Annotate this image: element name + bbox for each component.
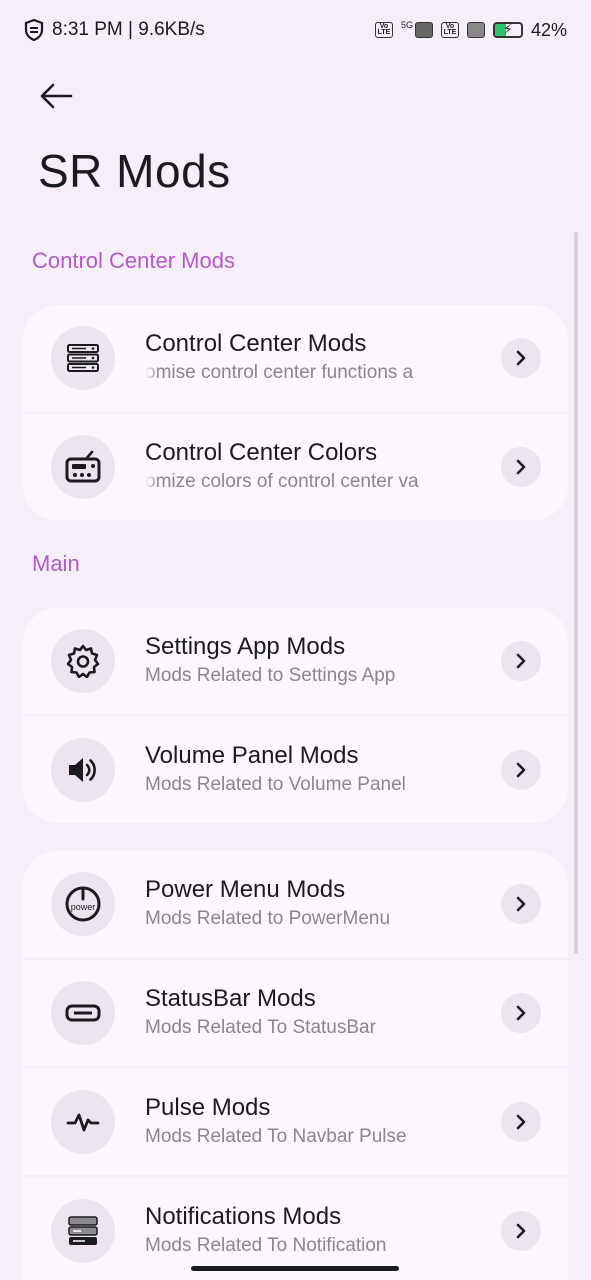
signal-icon	[414, 22, 433, 38]
volte-icon: Vo LTE	[374, 22, 393, 38]
list-item-subtitle: Mods Related To StatusBar	[145, 1017, 376, 1038]
list-item-title: Volume Panel Mods	[145, 742, 359, 769]
control-center-card: Control Center Mods omise control center…	[23, 305, 568, 520]
network-5g-label: 5G	[400, 20, 413, 30]
back-button[interactable]	[30, 74, 82, 118]
list-item-control-center-colors[interactable]: Control Center Colors omize colors of co…	[23, 414, 568, 520]
status-left: 8:31 PM | 9.6KB/s	[24, 19, 205, 41]
notification-icon	[51, 1199, 115, 1263]
list-item-title: StatusBar Mods	[145, 985, 316, 1012]
list-item-statusbar-mods[interactable]: StatusBar Mods Mods Related To StatusBar	[23, 960, 568, 1066]
status-right: Vo LTE 5G Vo LTE ⚡ 42%	[374, 19, 567, 41]
list-item-text: Control Center Mods omise control center…	[145, 329, 465, 387]
list-item-title: Control Center Colors	[145, 439, 378, 466]
volte-icon-2: Vo LTE	[440, 22, 459, 38]
list-item-text: Volume Panel Mods Mods Related to Volume…	[145, 741, 465, 799]
list-item-text: Settings App Mods Mods Related to Settin…	[145, 632, 465, 690]
main-card-2: power Power Menu Mods Mods Related to Po…	[23, 851, 568, 1280]
chevron-right-icon	[501, 1211, 541, 1251]
list-item-power-menu-mods[interactable]: power Power Menu Mods Mods Related to Po…	[23, 851, 568, 957]
speaker-icon	[51, 738, 115, 802]
gear-icon	[51, 629, 115, 693]
list-item-volume-panel-mods[interactable]: Volume Panel Mods Mods Related to Volume…	[23, 717, 568, 823]
list-item-subtitle: Mods Related to PowerMenu	[145, 908, 391, 929]
chevron-right-icon	[501, 338, 541, 378]
server-rack-icon	[51, 326, 115, 390]
list-item-text: Power Menu Mods Mods Related to PowerMen…	[145, 875, 465, 933]
section-label-control-center: Control Center Mods	[32, 248, 235, 273]
vpn-shield-icon	[24, 19, 44, 41]
power-icon: power	[51, 872, 115, 936]
list-item-text: Notifications Mods Mods Related To Notif…	[145, 1202, 465, 1260]
list-item-subtitle: Mods Related To Notification	[145, 1235, 387, 1256]
chevron-right-icon	[501, 750, 541, 790]
list-item-subtitle: Mods Related to Settings App	[145, 665, 396, 686]
list-item-title: Power Menu Mods	[145, 876, 346, 903]
status-bar: 8:31 PM | 9.6KB/s Vo LTE 5G Vo LTE ⚡ 42%	[0, 0, 591, 60]
list-item-subtitle: omize colors of control center va	[145, 471, 419, 492]
list-item-pulse-mods[interactable]: Pulse Mods Mods Related To Navbar Pulse	[23, 1069, 568, 1175]
list-item-subtitle: omise control center functions a	[145, 362, 414, 383]
status-time-speed: 8:31 PM | 9.6KB/s	[52, 19, 205, 40]
home-indicator[interactable]	[191, 1266, 399, 1271]
list-item-title: Settings App Mods	[145, 633, 346, 660]
page-title: SR Mods	[38, 145, 231, 197]
radio-icon	[51, 435, 115, 499]
list-item-control-center-mods[interactable]: Control Center Mods omise control center…	[23, 305, 568, 411]
chevron-right-icon	[501, 884, 541, 924]
scrollbar[interactable]	[574, 232, 578, 954]
statusbar-icon	[51, 981, 115, 1045]
list-item-settings-app-mods[interactable]: Settings App Mods Mods Related to Settin…	[23, 608, 568, 714]
battery-icon: ⚡	[492, 22, 523, 38]
list-item-title: Pulse Mods	[145, 1094, 271, 1121]
list-item-subtitle: Mods Related to Volume Panel	[145, 774, 406, 795]
power-icon-label: power	[71, 902, 96, 912]
arrow-left-icon	[40, 83, 73, 109]
chevron-right-icon	[501, 447, 541, 487]
main-card-1: Settings App Mods Mods Related to Settin…	[23, 608, 568, 823]
charging-bolt-icon: ⚡	[502, 22, 513, 37]
list-item-title: Control Center Mods	[145, 330, 367, 357]
list-item-notifications-mods[interactable]: Notifications Mods Mods Related To Notif…	[23, 1178, 568, 1280]
list-item-text: StatusBar Mods Mods Related To StatusBar	[145, 984, 465, 1042]
pulse-icon	[51, 1090, 115, 1154]
battery-percent: 42%	[530, 19, 567, 40]
list-item-subtitle: Mods Related To Navbar Pulse	[145, 1126, 407, 1147]
chevron-right-icon	[501, 993, 541, 1033]
list-item-text: Control Center Colors omize colors of co…	[145, 438, 465, 496]
list-item-title: Notifications Mods	[145, 1203, 342, 1230]
chevron-right-icon	[501, 641, 541, 681]
section-label-main: Main	[32, 551, 80, 576]
chevron-right-icon	[501, 1102, 541, 1142]
signal-icon-2	[466, 22, 485, 38]
list-item-text: Pulse Mods Mods Related To Navbar Pulse	[145, 1093, 465, 1151]
